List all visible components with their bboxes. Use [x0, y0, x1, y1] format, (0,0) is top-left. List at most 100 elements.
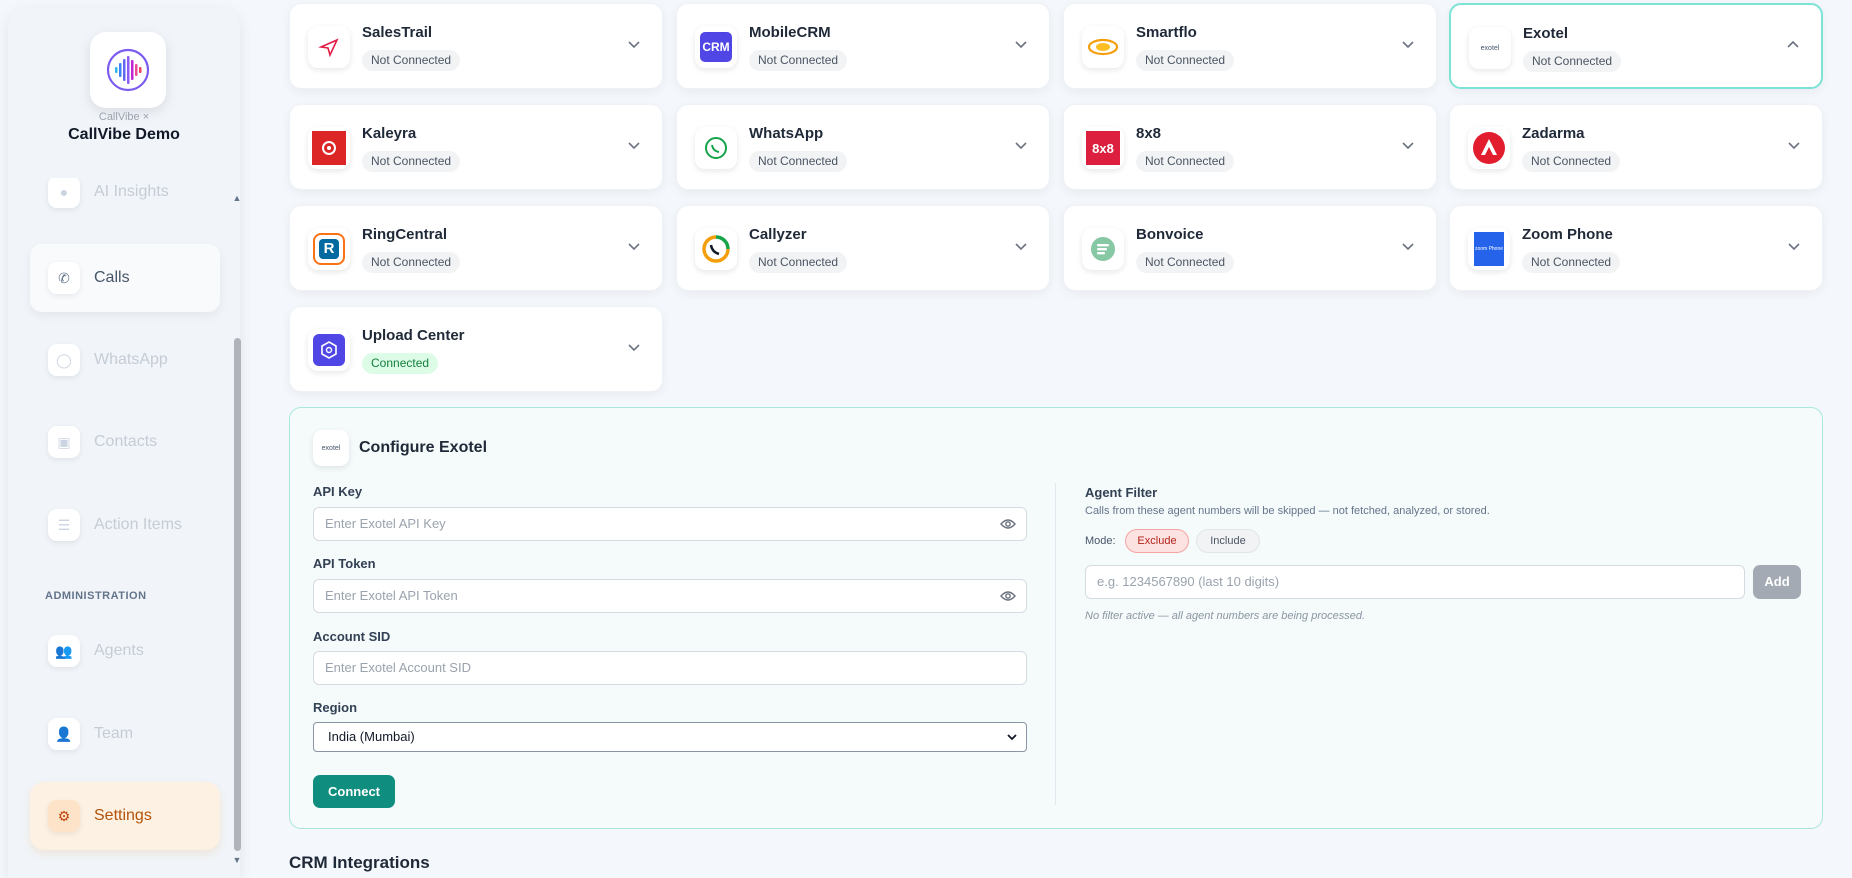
- integration-name: SalesTrail: [362, 24, 433, 41]
- api-key-placeholder: Enter Exotel API Key: [325, 516, 446, 531]
- integration-name: Callyzer: [749, 226, 807, 243]
- chevron-down-icon[interactable]: [1400, 137, 1416, 153]
- api-key-input[interactable]: Enter Exotel API Key: [313, 507, 1027, 541]
- sidebar-item-whatsapp[interactable]: ◯ WhatsApp: [30, 326, 220, 394]
- status-badge: Not Connected: [749, 151, 848, 172]
- exclude-toggle[interactable]: Exclude: [1125, 529, 1189, 553]
- agent-number-input[interactable]: e.g. 1234567890 (last 10 digits): [1085, 565, 1745, 599]
- status-badge: Not Connected: [362, 151, 461, 172]
- sidebar-item-label: WhatsApp: [94, 351, 168, 368]
- chevron-down-icon[interactable]: [626, 137, 642, 153]
- integration-card-callyzer[interactable]: Callyzer Not Connected: [676, 205, 1050, 291]
- region-label: Region: [313, 700, 358, 715]
- scroll-up-arrow-icon[interactable]: ▲: [232, 192, 242, 204]
- sidebar-item-action-items[interactable]: ☰ Action Items: [30, 491, 220, 559]
- chevron-down-icon[interactable]: [1786, 137, 1802, 153]
- brand-name: CallVibe Demo: [68, 126, 180, 143]
- mode-label: Mode:: [1085, 535, 1116, 547]
- connect-button[interactable]: Connect: [313, 775, 395, 808]
- region-select[interactable]: India (Mumbai): [313, 722, 1027, 752]
- sidebar-scrollbar[interactable]: ▲ ▼: [232, 188, 242, 868]
- integration-card-salestrail[interactable]: SalesTrail Not Connected: [289, 3, 663, 89]
- configure-panel: exotel Configure Exotel API Key Enter Ex…: [289, 407, 1823, 829]
- 8x8-logo-icon: 8x8: [1082, 127, 1124, 169]
- integration-card-smartflo[interactable]: Smartflo Not Connected: [1063, 3, 1437, 89]
- scroll-thumb[interactable]: [234, 338, 241, 851]
- status-badge: Not Connected: [749, 50, 848, 71]
- users-icon: 👥: [48, 635, 80, 667]
- integration-name: Exotel: [1523, 25, 1569, 42]
- sidebar-nav: ● AI Insights ✆ Calls ◯ WhatsApp ▣ Conta…: [8, 178, 226, 878]
- integration-card-ringcentral[interactable]: R RingCentral Not Connected: [289, 205, 663, 291]
- sidebar-item-label: Calls: [94, 269, 130, 286]
- sidebar: CallVibe × CallVibe Demo ● AI Insights ✆…: [8, 8, 242, 878]
- kaleyra-logo-icon: [308, 127, 350, 169]
- eye-icon[interactable]: [1000, 517, 1016, 531]
- sparkle-icon: ●: [48, 178, 80, 208]
- sidebar-item-ai-insights[interactable]: ● AI Insights: [30, 178, 220, 226]
- integration-card-mobilecrm[interactable]: CRM MobileCRM Not Connected: [676, 3, 1050, 89]
- scroll-down-arrow-icon[interactable]: ▼: [232, 854, 242, 866]
- sidebar-item-team[interactable]: 👤 Team: [30, 700, 220, 768]
- account-sid-input[interactable]: Enter Exotel Account SID: [313, 651, 1027, 685]
- status-badge: Not Connected: [1136, 151, 1235, 172]
- filter-note: No filter active — all agent numbers are…: [1085, 610, 1366, 622]
- status-badge: Connected: [362, 353, 439, 374]
- crm-integrations-heading: CRM Integrations: [289, 853, 430, 872]
- mobilecrm-logo-icon: CRM: [695, 26, 737, 68]
- user-plus-icon: 👤: [48, 718, 80, 750]
- account-sid-placeholder: Enter Exotel Account SID: [325, 660, 471, 675]
- salestrail-logo-icon: [308, 26, 350, 68]
- status-badge: Not Connected: [1136, 252, 1235, 273]
- api-token-input[interactable]: Enter Exotel API Token: [313, 579, 1027, 613]
- include-toggle[interactable]: Include: [1196, 529, 1260, 553]
- chevron-down-icon[interactable]: [1013, 238, 1029, 254]
- integration-card-exotel[interactable]: exotel Exotel Not Connected: [1449, 3, 1823, 89]
- brand-subtitle: CallVibe ×: [98, 111, 150, 123]
- sidebar-item-contacts[interactable]: ▣ Contacts: [30, 408, 220, 476]
- sidebar-item-label: Contacts: [94, 433, 158, 450]
- chevron-down-icon[interactable]: [1400, 36, 1416, 52]
- chevron-up-icon[interactable]: [1785, 37, 1801, 53]
- checklist-icon: ☰: [48, 509, 80, 541]
- chevron-down-icon[interactable]: [1013, 137, 1029, 153]
- integration-card-zadarma[interactable]: Zadarma Not Connected: [1449, 104, 1823, 190]
- region-value: India (Mumbai): [328, 729, 415, 744]
- exotel-logo-icon: exotel: [313, 430, 349, 466]
- status-badge: Not Connected: [362, 252, 461, 273]
- add-button[interactable]: Add: [1753, 565, 1801, 599]
- sidebar-item-calls[interactable]: ✆ Calls: [30, 244, 220, 312]
- ringcentral-logo-icon: R: [308, 228, 350, 270]
- api-token-label: API Token: [313, 556, 376, 571]
- chevron-down-icon[interactable]: [626, 238, 642, 254]
- upload-center-logo-icon: [308, 329, 350, 371]
- gear-icon: ⚙: [48, 800, 80, 832]
- integration-card-zoom-phone[interactable]: zoom Phone Zoom Phone Not Connected: [1449, 205, 1823, 291]
- brand-logo: [90, 32, 166, 108]
- chevron-down-icon[interactable]: [1786, 238, 1802, 254]
- mobilecrm-logo-text: CRM: [700, 32, 732, 62]
- integration-card-kaleyra[interactable]: Kaleyra Not Connected: [289, 104, 663, 190]
- callyzer-logo-icon: [695, 228, 737, 270]
- integration-card-bonvoice[interactable]: Bonvoice Not Connected: [1063, 205, 1437, 291]
- agent-number-placeholder: e.g. 1234567890 (last 10 digits): [1097, 574, 1280, 589]
- sidebar-item-settings[interactable]: ⚙ Settings: [30, 782, 220, 850]
- 8x8-logo-text: 8x8: [1086, 131, 1120, 165]
- integration-card-whatsapp[interactable]: WhatsApp Not Connected: [676, 104, 1050, 190]
- chevron-down-icon[interactable]: [1013, 36, 1029, 52]
- contacts-icon: ▣: [48, 426, 80, 458]
- smartflo-logo-icon: [1082, 26, 1124, 68]
- integration-card-8x8[interactable]: 8x8 8x8 Not Connected: [1063, 104, 1437, 190]
- zadarma-logo-icon: [1468, 127, 1510, 169]
- integration-name: WhatsApp: [749, 125, 824, 142]
- integration-card-upload-center[interactable]: Upload Center Connected: [289, 306, 663, 392]
- section-administration: ADMINISTRATION: [45, 590, 147, 602]
- chevron-down-icon[interactable]: [626, 36, 642, 52]
- sidebar-item-agents[interactable]: 👥 Agents: [30, 617, 220, 685]
- sidebar-item-label: AI Insights: [94, 183, 169, 200]
- chevron-down-icon[interactable]: [1400, 238, 1416, 254]
- sidebar-item-label: Settings: [94, 807, 152, 824]
- eye-icon[interactable]: [1000, 589, 1016, 603]
- chevron-down-icon[interactable]: [626, 339, 642, 355]
- integration-name: RingCentral: [362, 226, 448, 243]
